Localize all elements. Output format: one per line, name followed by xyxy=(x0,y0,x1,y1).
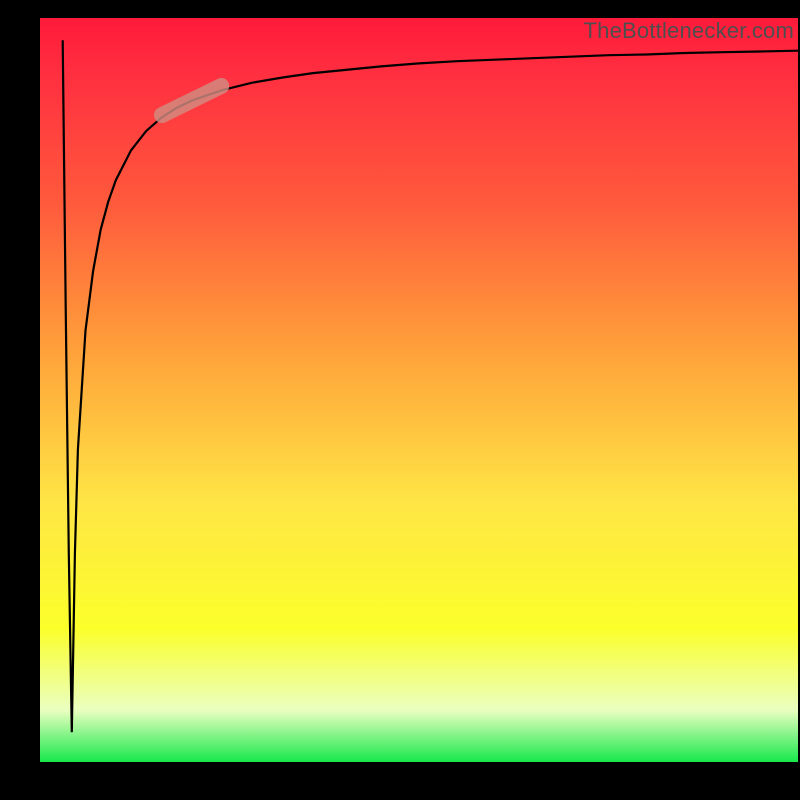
curve-marker xyxy=(162,86,221,115)
chart-frame: TheBottlenecker.com xyxy=(0,0,800,800)
plot-area: TheBottlenecker.com xyxy=(40,18,798,762)
curve-layer xyxy=(40,18,798,762)
bottleneck-curve xyxy=(63,40,798,732)
